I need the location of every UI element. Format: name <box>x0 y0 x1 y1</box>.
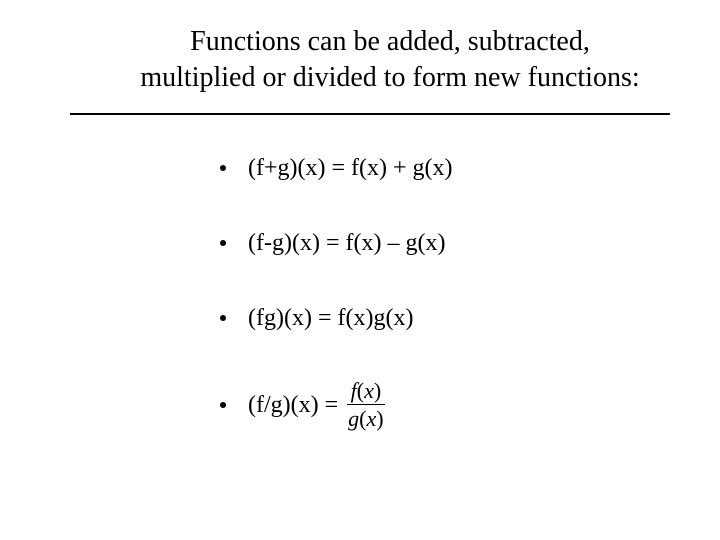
fraction-denominator: g(x) <box>344 405 387 430</box>
list-item: (f+g)(x) = f(x) + g(x) <box>220 155 720 182</box>
title-line-2: multiplied or divided to form new functi… <box>140 62 639 93</box>
bullet-icon <box>220 240 226 246</box>
equation-text: (f-g)(x) = f(x) – g(x) <box>248 230 445 257</box>
bullet-icon <box>220 165 226 171</box>
list-item: (fg)(x) = f(x)g(x) <box>220 305 720 332</box>
slide-header: Functions can be added, subtracted, mult… <box>0 0 720 107</box>
equation-prefix: (f/g)(x) = <box>248 392 338 419</box>
title-line-1: Functions can be added, subtracted, <box>190 26 590 57</box>
slide-title: Functions can be added, subtracted, mult… <box>100 24 680 97</box>
bullet-list: (f+g)(x) = f(x) + g(x) (f-g)(x) = f(x) –… <box>0 115 720 431</box>
bullet-icon <box>220 402 226 408</box>
list-item: (f-g)(x) = f(x) – g(x) <box>220 230 720 257</box>
list-item: (f/g)(x) = f(x) g(x) <box>220 380 720 431</box>
bullet-icon <box>220 315 226 321</box>
equation-text: (f+g)(x) = f(x) + g(x) <box>248 155 453 182</box>
fraction: f(x) g(x) <box>344 379 387 430</box>
equation-text: (f/g)(x) = f(x) g(x) <box>248 380 388 431</box>
equation-text: (fg)(x) = f(x)g(x) <box>248 305 413 332</box>
fraction-numerator: f(x) <box>347 379 386 405</box>
